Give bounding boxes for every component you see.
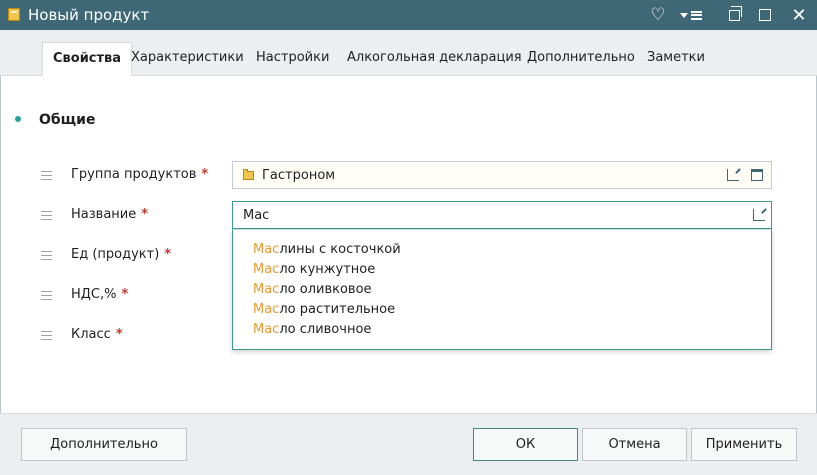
- tab-notes[interactable]: Заметки: [637, 42, 715, 76]
- suggestion-item[interactable]: Маслины с косточкой: [253, 242, 401, 257]
- drag-handle-icon[interactable]: [41, 171, 52, 180]
- suggestion-item[interactable]: Масло сливочное: [253, 322, 371, 337]
- window-title: Новый продукт: [28, 6, 150, 24]
- section-bullet-icon: [15, 116, 21, 122]
- window-menu-icon[interactable]: [676, 4, 706, 26]
- field-label-name: Название *: [71, 207, 149, 222]
- tab-additional[interactable]: Дополнительно: [517, 42, 645, 76]
- product-group-field[interactable]: Гастроном: [232, 161, 772, 189]
- maximize-icon[interactable]: [753, 4, 777, 26]
- favorite-icon[interactable]: ♡: [646, 4, 670, 26]
- name-input[interactable]: Мас: [232, 201, 772, 229]
- autocomplete-dropdown: Маслины с косточкой Масло кунжутное Масл…: [232, 229, 772, 350]
- select-window-icon[interactable]: [751, 169, 763, 181]
- name-input-value: Мас: [243, 208, 270, 223]
- tab-properties[interactable]: Свойства: [42, 42, 133, 76]
- drag-handle-icon[interactable]: [41, 211, 52, 220]
- suggestion-item[interactable]: Масло кунжутное: [253, 262, 375, 277]
- tab-settings[interactable]: Настройки: [246, 42, 339, 76]
- field-label-vat: НДС,% *: [71, 287, 129, 302]
- field-label-unit: Ед (продукт) *: [71, 247, 172, 262]
- product-group-value: Гастроном: [262, 168, 336, 183]
- field-label-group: Группа продуктов *: [71, 167, 209, 182]
- suggestion-item[interactable]: Масло оливковое: [253, 282, 372, 297]
- drag-handle-icon[interactable]: [41, 291, 52, 300]
- cancel-button[interactable]: Отмена: [582, 428, 687, 461]
- ok-button[interactable]: ОК: [473, 428, 578, 461]
- tab-alcohol-declaration[interactable]: Алкогольная декларация: [337, 42, 532, 76]
- apply-button[interactable]: Применить: [691, 428, 797, 461]
- drag-handle-icon[interactable]: [41, 251, 52, 260]
- tab-characteristics[interactable]: Характеристики: [121, 42, 254, 76]
- folder-icon: [243, 169, 254, 180]
- title-bar: Новый продукт ♡ ✕: [0, 0, 817, 30]
- open-icon[interactable]: [753, 209, 765, 221]
- open-icon[interactable]: [727, 169, 739, 181]
- more-button[interactable]: Дополнительно: [21, 428, 187, 461]
- field-label-class: Класс *: [71, 327, 123, 342]
- app-icon: [8, 8, 20, 21]
- restore-window-icon[interactable]: [722, 4, 746, 26]
- drag-handle-icon[interactable]: [41, 331, 52, 340]
- close-icon[interactable]: ✕: [787, 4, 811, 26]
- section-title: Общие: [39, 112, 96, 128]
- suggestion-item[interactable]: Масло растительное: [253, 302, 395, 317]
